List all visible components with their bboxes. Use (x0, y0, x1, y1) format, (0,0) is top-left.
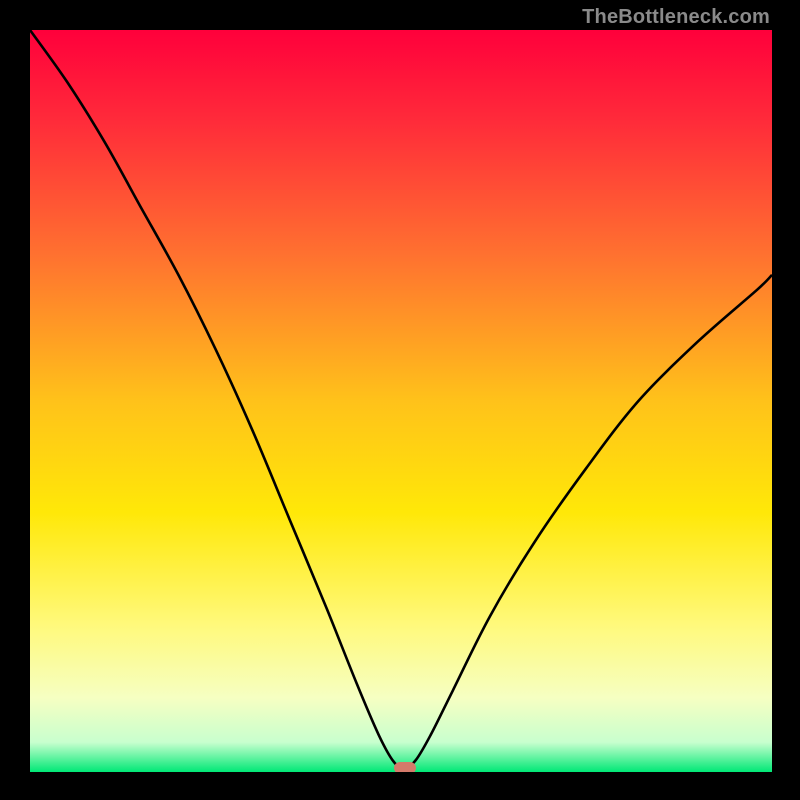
watermark-text: TheBottleneck.com (582, 6, 770, 29)
bottleneck-curve (30, 30, 772, 772)
optimal-point-marker (394, 762, 416, 772)
chart-frame: TheBottleneck.com (0, 0, 800, 800)
curve-path (30, 30, 772, 768)
plot-area (30, 30, 772, 772)
